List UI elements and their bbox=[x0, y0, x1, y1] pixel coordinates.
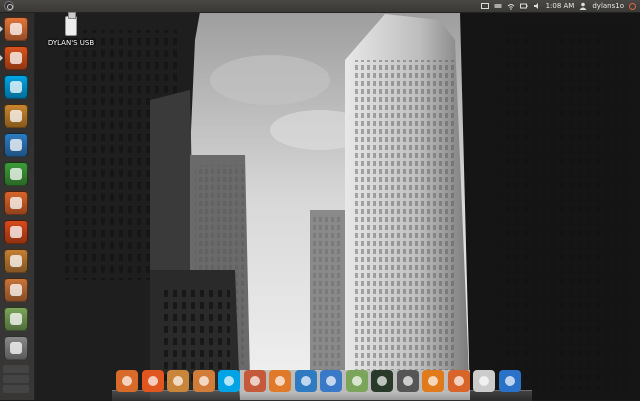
network-icon[interactable] bbox=[507, 2, 515, 10]
launcher-item-software-center[interactable] bbox=[4, 104, 28, 128]
music-icon bbox=[275, 376, 285, 386]
power-icon[interactable] bbox=[629, 2, 636, 10]
dock-item-people[interactable] bbox=[345, 370, 368, 392]
dock-item-bluetooth[interactable] bbox=[498, 370, 521, 392]
launcher-item-firefox[interactable] bbox=[4, 46, 28, 70]
folder-icon bbox=[10, 284, 22, 296]
folder-icon bbox=[198, 376, 209, 386]
home-icon bbox=[453, 376, 464, 386]
bluetooth-icon bbox=[504, 376, 515, 386]
usb-drive-icon bbox=[65, 12, 77, 36]
anchor-icon bbox=[122, 376, 132, 386]
launcher-item-gift[interactable] bbox=[4, 249, 28, 273]
camera-icon bbox=[402, 376, 413, 386]
skype-icon bbox=[10, 81, 22, 93]
skype-icon bbox=[224, 376, 234, 386]
dock-item-firefox[interactable] bbox=[141, 370, 164, 392]
launcher-item-folder[interactable] bbox=[4, 278, 28, 302]
launcher bbox=[0, 13, 35, 400]
ubuntu-one-icon bbox=[10, 226, 22, 238]
presentation-icon bbox=[10, 197, 22, 209]
chat-icon bbox=[326, 376, 336, 386]
people-icon bbox=[351, 376, 362, 386]
monitor-icon bbox=[10, 342, 22, 354]
launcher-item-monitor[interactable] bbox=[4, 336, 28, 360]
keyboard-icon[interactable] bbox=[494, 2, 502, 10]
dock-item-printer[interactable] bbox=[473, 370, 495, 392]
document-icon bbox=[10, 139, 22, 151]
desktop-wallpaper bbox=[0, 0, 640, 400]
launcher-item-skype[interactable] bbox=[4, 75, 28, 99]
dock-item-home[interactable] bbox=[447, 370, 470, 392]
people-icon bbox=[10, 313, 22, 325]
dock-item-skype[interactable] bbox=[218, 370, 240, 392]
ubuntu-logo-icon[interactable] bbox=[4, 1, 14, 11]
launcher-item-workspace[interactable] bbox=[3, 365, 29, 373]
messaging-icon[interactable] bbox=[480, 2, 489, 10]
spreadsheet-icon bbox=[10, 168, 22, 180]
photo-icon bbox=[249, 376, 260, 386]
dock-item-vlc[interactable] bbox=[422, 370, 444, 392]
desktop-icon-usb[interactable]: DYLAN'S USB bbox=[46, 12, 96, 47]
dock-item-gift[interactable] bbox=[167, 370, 189, 392]
firefox-icon bbox=[147, 376, 158, 386]
dock-item-writer[interactable] bbox=[294, 370, 317, 392]
gift-icon bbox=[10, 255, 22, 267]
volume-icon[interactable] bbox=[533, 2, 541, 10]
running-indicator bbox=[0, 55, 3, 61]
system-tray: 1:08 AM dylans1o bbox=[480, 0, 636, 12]
gift-icon bbox=[173, 376, 183, 386]
monitor-icon bbox=[377, 376, 387, 386]
desktop-icon-label: DYLAN'S USB bbox=[47, 39, 95, 47]
document-icon bbox=[300, 376, 311, 386]
running-indicator bbox=[0, 26, 3, 32]
printer-icon bbox=[479, 376, 489, 386]
dock-item-empathy[interactable] bbox=[320, 370, 342, 392]
launcher-item-calc[interactable] bbox=[4, 162, 28, 186]
firefox-icon bbox=[10, 52, 22, 64]
dock-item-webcam[interactable] bbox=[396, 370, 419, 392]
cone-icon bbox=[428, 376, 438, 386]
dock-item-anchor[interactable] bbox=[116, 370, 138, 392]
clock[interactable]: 1:08 AM bbox=[546, 2, 575, 10]
bag-icon bbox=[10, 110, 22, 122]
battery-icon[interactable] bbox=[519, 2, 528, 10]
dock-item-audio[interactable] bbox=[269, 370, 291, 392]
launcher-item-ubuntu-one[interactable] bbox=[4, 220, 28, 244]
dock-item-files[interactable] bbox=[192, 370, 215, 392]
top-panel: 1:08 AM dylans1o bbox=[0, 0, 640, 13]
launcher-item-people[interactable] bbox=[4, 307, 28, 331]
dock-item-monitor[interactable] bbox=[371, 370, 393, 392]
launcher-item-impress[interactable] bbox=[4, 191, 28, 215]
launcher-item-writer[interactable] bbox=[4, 133, 28, 157]
launcher-item-workspace[interactable] bbox=[3, 375, 29, 383]
dock bbox=[112, 368, 532, 401]
dock-item-photos[interactable] bbox=[243, 370, 266, 392]
launcher-item-files[interactable] bbox=[4, 17, 28, 41]
user-name[interactable]: dylans1o bbox=[592, 2, 624, 10]
user-icon[interactable] bbox=[579, 2, 587, 10]
launcher-item-workspace[interactable] bbox=[3, 385, 29, 393]
home-folder-icon bbox=[10, 23, 22, 35]
